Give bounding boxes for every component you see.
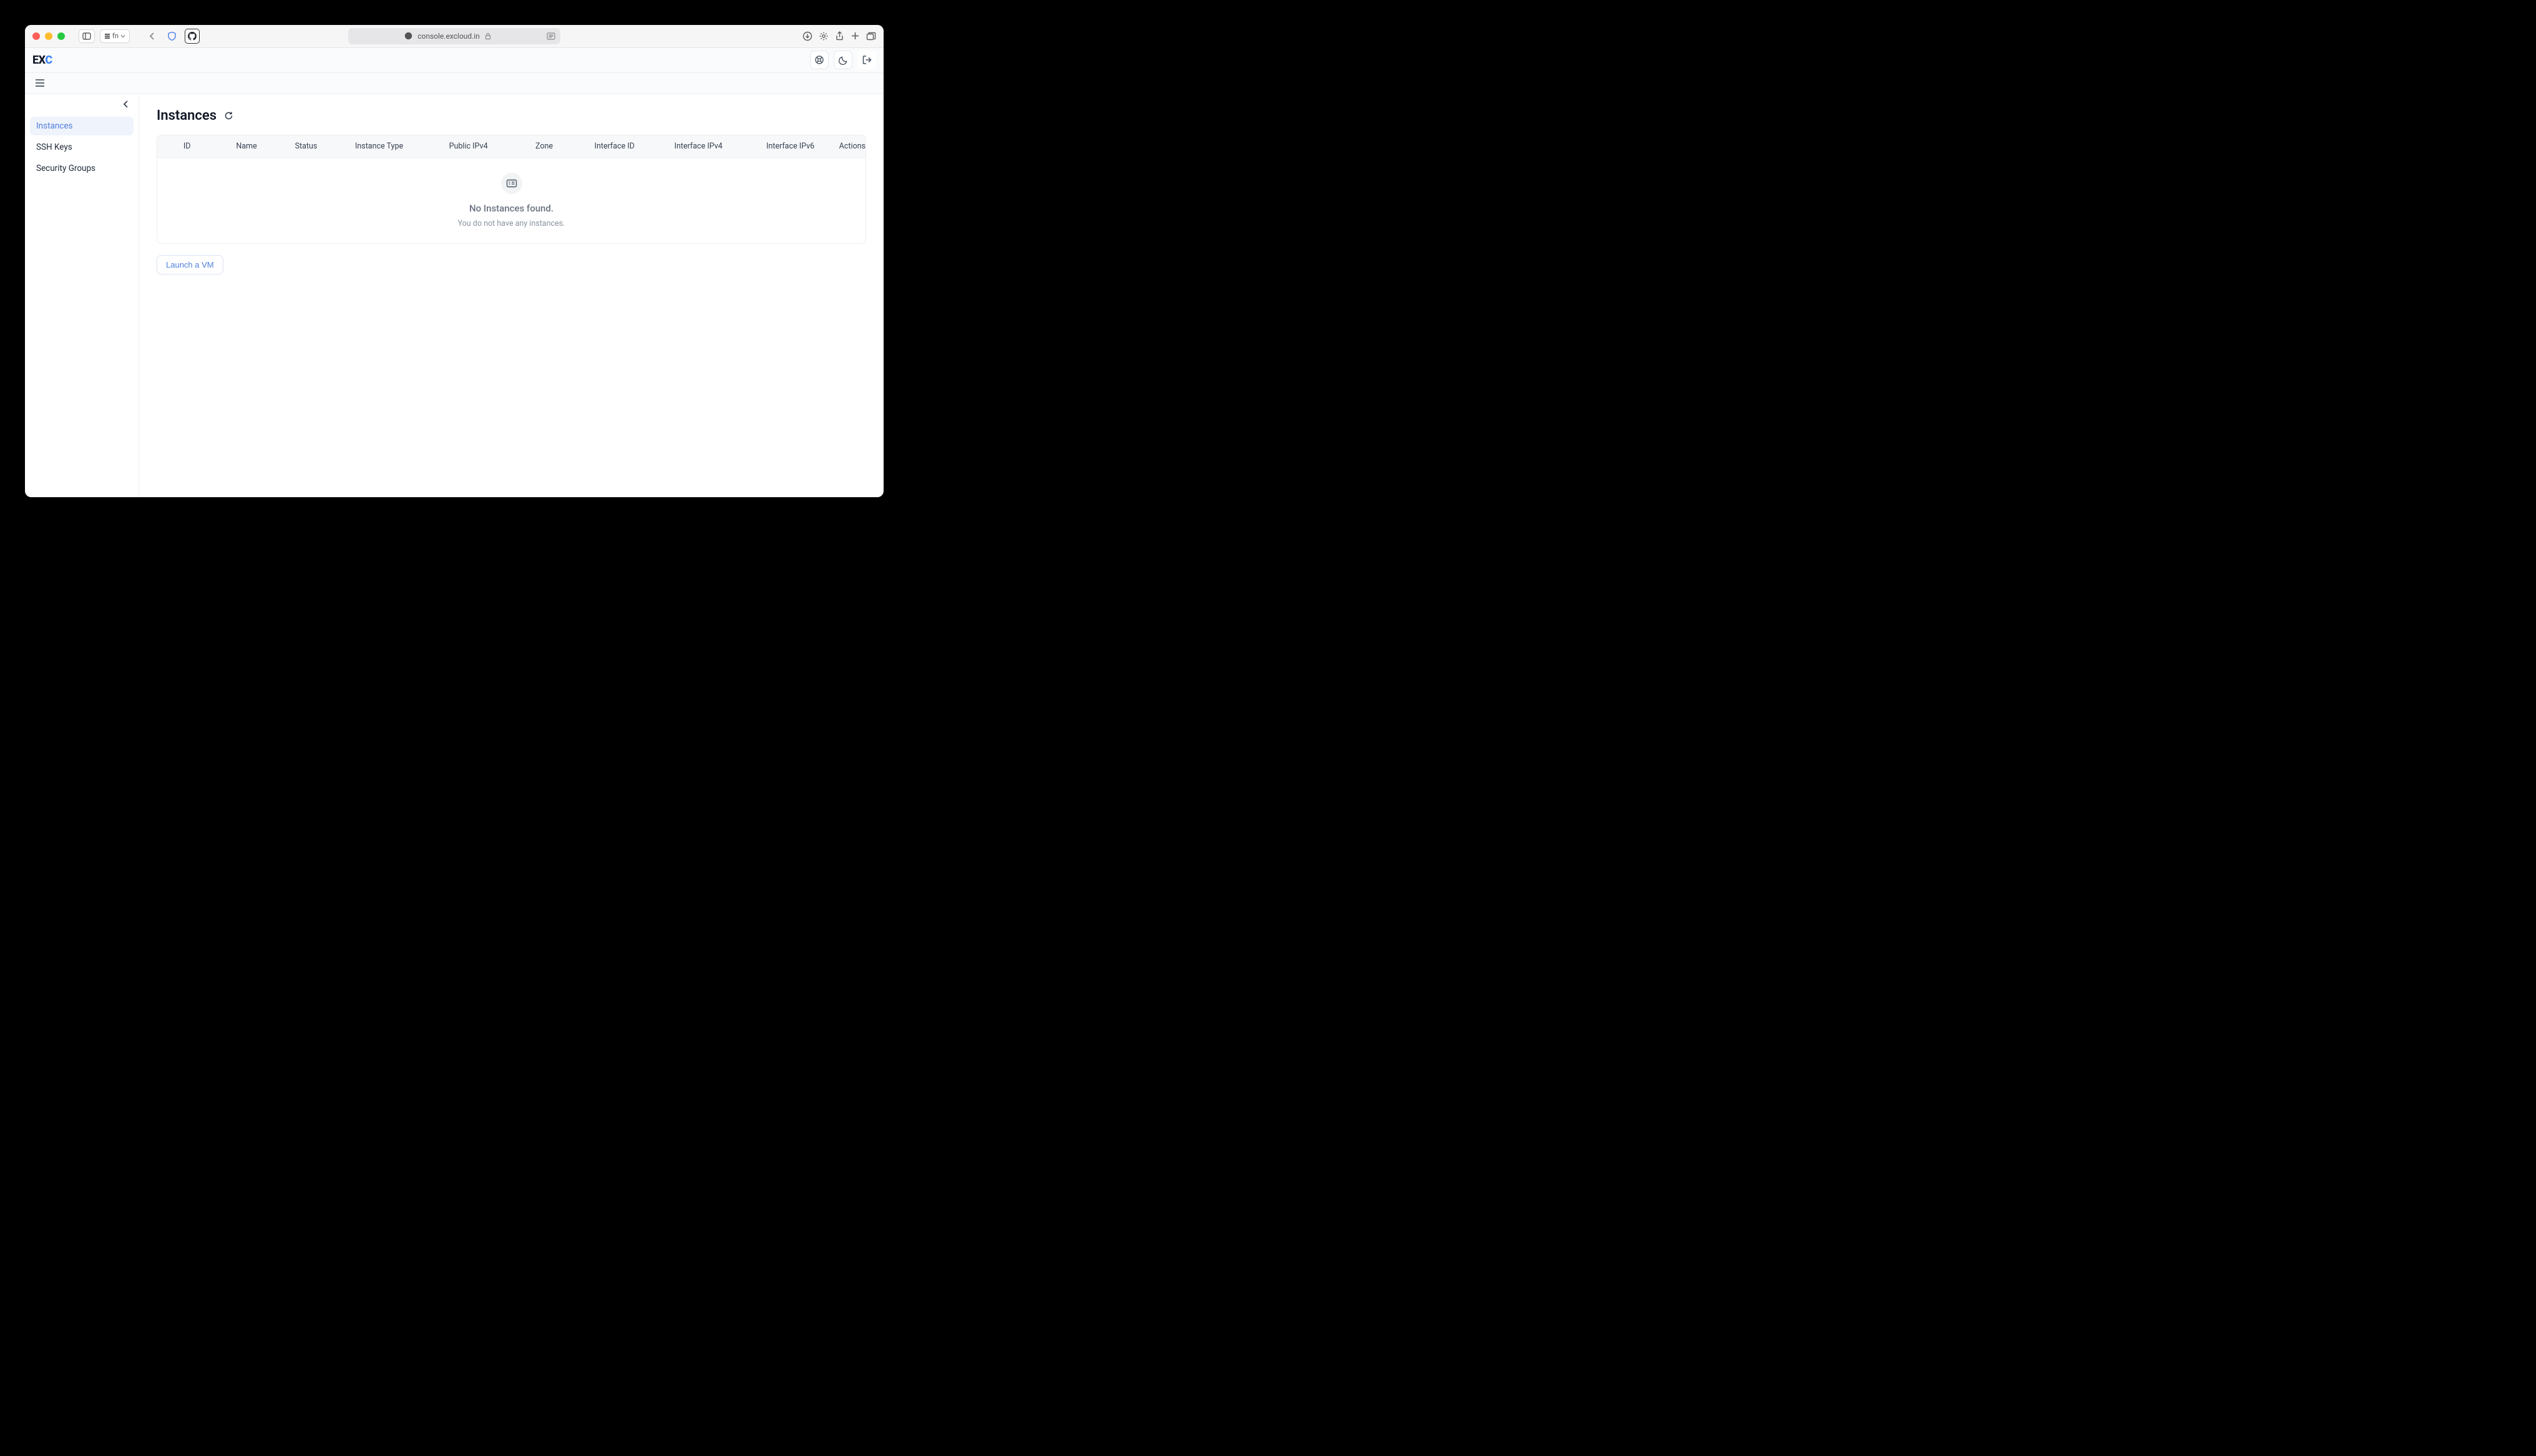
- sidebar-toggle-button[interactable]: [79, 29, 95, 43]
- download-icon: [802, 31, 812, 41]
- table-header-row: ID Name Status Instance Type Public IPv4…: [157, 135, 866, 158]
- new-tab-button[interactable]: [851, 31, 860, 41]
- column-header-id: ID: [157, 142, 217, 151]
- back-button[interactable]: [145, 29, 160, 44]
- refresh-button[interactable]: [223, 110, 234, 121]
- column-header-interface-ipv6: Interface IPv6: [742, 142, 839, 151]
- browser-settings-button[interactable]: [819, 31, 829, 41]
- sidebar-item-ssh-keys[interactable]: SSH Keys: [30, 138, 134, 157]
- tabs-icon: [866, 32, 876, 41]
- stack-icon: [104, 33, 110, 39]
- page-title: Instances: [157, 108, 217, 124]
- sidebar-item-label: Instances: [36, 121, 73, 131]
- fn-label: fn: [112, 32, 119, 40]
- sidebar-item-security-groups[interactable]: Security Groups: [30, 159, 134, 178]
- column-header-actions: Actions: [839, 142, 866, 151]
- site-settings-icon: [404, 32, 412, 40]
- browser-chrome: fn console.excloud.in: [25, 25, 884, 48]
- column-header-name: Name: [217, 142, 276, 151]
- column-header-zone: Zone: [514, 142, 573, 151]
- gear-icon: [819, 31, 829, 41]
- help-button[interactable]: [810, 51, 829, 69]
- sidebar-collapse-button[interactable]: [120, 98, 132, 110]
- privacy-shield-button[interactable]: [165, 29, 180, 44]
- sidebar-item-label: Security Groups: [36, 163, 95, 173]
- plus-icon: [851, 31, 860, 41]
- lock-icon: [485, 32, 491, 40]
- panel-left-icon: [82, 32, 91, 40]
- shield-icon: [167, 31, 177, 41]
- instances-table: ID Name Status Instance Type Public IPv4…: [157, 135, 866, 244]
- minimize-window-button[interactable]: [45, 32, 52, 40]
- reader-icon: [547, 32, 555, 40]
- logo-part-2: C: [45, 54, 52, 67]
- column-header-status: Status: [276, 142, 336, 151]
- window-controls: [32, 32, 65, 40]
- empty-state-icon-wrap: [501, 173, 522, 194]
- share-icon: [835, 31, 844, 41]
- table-empty-state: No Instances found. You do not have any …: [157, 158, 866, 243]
- chrome-right-controls: [802, 31, 876, 41]
- hamburger-icon: [35, 79, 45, 87]
- sidebar-item-instances[interactable]: Instances: [30, 117, 134, 135]
- tabs-button[interactable]: [866, 32, 876, 41]
- browser-window: fn console.excloud.in: [25, 25, 884, 497]
- chevron-left-icon: [122, 100, 130, 109]
- fn-menu-button[interactable]: fn: [100, 29, 130, 43]
- card-icon: [506, 179, 517, 188]
- logo-part-1: EX: [32, 54, 45, 67]
- header-actions: [810, 51, 876, 69]
- app-header: EXC: [25, 48, 884, 73]
- chevron-down-icon: [120, 34, 125, 39]
- downloads-button[interactable]: [802, 31, 812, 41]
- column-header-instance-type: Instance Type: [336, 142, 422, 151]
- sub-toolbar: [25, 73, 884, 94]
- launch-vm-button[interactable]: Launch a VM: [157, 255, 223, 274]
- main-content: Instances ID Name Status Instance Type P…: [139, 94, 884, 497]
- app-logo[interactable]: EXC: [32, 54, 52, 67]
- sidebar-nav: Instances SSH Keys Security Groups: [30, 117, 134, 178]
- page-title-row: Instances: [157, 108, 866, 124]
- menu-toggle-button[interactable]: [32, 75, 47, 90]
- theme-toggle-button[interactable]: [834, 51, 852, 69]
- close-window-button[interactable]: [32, 32, 40, 40]
- app-body: Instances SSH Keys Security Groups Insta…: [25, 94, 884, 497]
- logout-button[interactable]: [857, 51, 876, 69]
- sidebar-item-label: SSH Keys: [36, 142, 72, 152]
- chevron-left-icon: [149, 32, 156, 41]
- moon-icon: [839, 56, 848, 65]
- launch-vm-label: Launch a VM: [166, 260, 214, 269]
- address-bar[interactable]: console.excloud.in: [348, 28, 560, 44]
- column-header-interface-id: Interface ID: [574, 142, 655, 151]
- empty-state-subtitle: You do not have any instances.: [458, 219, 565, 228]
- lifebuoy-icon: [814, 55, 824, 65]
- reader-mode-button[interactable]: [547, 32, 555, 40]
- share-button[interactable]: [835, 31, 844, 41]
- extension-button[interactable]: [185, 29, 200, 44]
- sidebar: Instances SSH Keys Security Groups: [25, 94, 139, 497]
- column-header-public-ipv4: Public IPv4: [422, 142, 514, 151]
- fullscreen-window-button[interactable]: [57, 32, 65, 40]
- url-text: console.excloud.in: [417, 32, 480, 41]
- github-icon: [188, 32, 197, 41]
- empty-state-title: No Instances found.: [469, 203, 554, 214]
- logout-icon: [862, 55, 872, 65]
- column-header-interface-ipv4: Interface IPv4: [655, 142, 742, 151]
- refresh-icon: [224, 111, 233, 120]
